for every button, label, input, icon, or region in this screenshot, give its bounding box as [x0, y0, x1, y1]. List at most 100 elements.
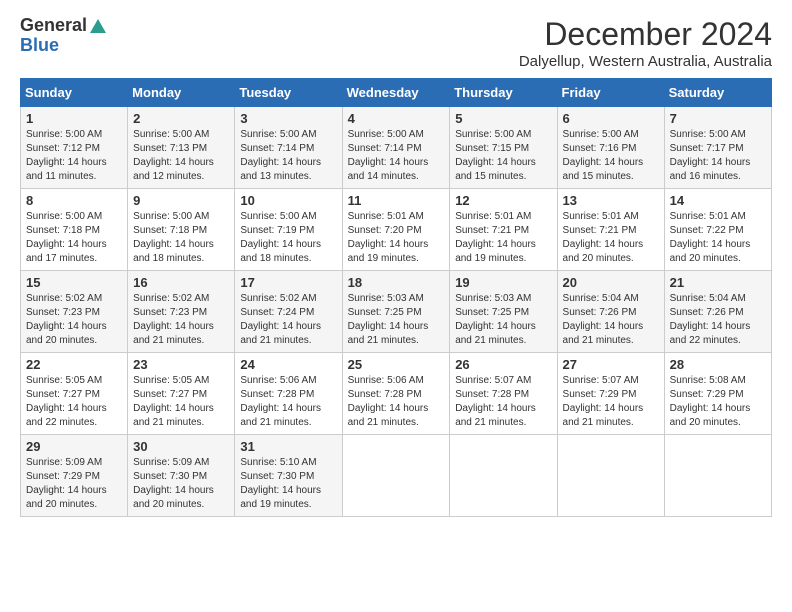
day-cell: 28 Sunrise: 5:08 AMSunset: 7:29 PMDaylig… [664, 353, 771, 435]
day-number: 18 [348, 275, 445, 290]
day-cell: 6 Sunrise: 5:00 AMSunset: 7:16 PMDayligh… [557, 107, 664, 189]
day-info: Sunrise: 5:00 AMSunset: 7:15 PMDaylight:… [455, 129, 536, 182]
day-number: 16 [133, 275, 229, 290]
header-cell-friday: Friday [557, 79, 664, 107]
calendar-header: SundayMondayTuesdayWednesdayThursdayFrid… [21, 79, 772, 107]
day-number: 12 [455, 193, 551, 208]
day-number: 20 [563, 275, 659, 290]
day-number: 27 [563, 357, 659, 372]
day-cell: 8 Sunrise: 5:00 AMSunset: 7:18 PMDayligh… [21, 189, 128, 271]
day-info: Sunrise: 5:01 AMSunset: 7:20 PMDaylight:… [348, 211, 429, 264]
day-info: Sunrise: 5:00 AMSunset: 7:19 PMDaylight:… [240, 211, 321, 264]
day-info: Sunrise: 5:03 AMSunset: 7:25 PMDaylight:… [455, 293, 536, 346]
day-info: Sunrise: 5:02 AMSunset: 7:24 PMDaylight:… [240, 293, 321, 346]
header-cell-thursday: Thursday [450, 79, 557, 107]
logo: General Blue [20, 16, 107, 56]
title-section: December 2024 Dalyellup, Western Austral… [519, 16, 772, 70]
day-cell: 21 Sunrise: 5:04 AMSunset: 7:26 PMDaylig… [664, 271, 771, 353]
day-number: 3 [240, 111, 336, 126]
day-cell: 7 Sunrise: 5:00 AMSunset: 7:17 PMDayligh… [664, 107, 771, 189]
day-cell: 19 Sunrise: 5:03 AMSunset: 7:25 PMDaylig… [450, 271, 557, 353]
calendar-table: SundayMondayTuesdayWednesdayThursdayFrid… [20, 78, 772, 517]
day-cell: 16 Sunrise: 5:02 AMSunset: 7:23 PMDaylig… [128, 271, 235, 353]
day-info: Sunrise: 5:00 AMSunset: 7:14 PMDaylight:… [240, 129, 321, 182]
day-info: Sunrise: 5:02 AMSunset: 7:23 PMDaylight:… [133, 293, 214, 346]
day-cell: 5 Sunrise: 5:00 AMSunset: 7:15 PMDayligh… [450, 107, 557, 189]
day-cell: 24 Sunrise: 5:06 AMSunset: 7:28 PMDaylig… [235, 353, 342, 435]
day-info: Sunrise: 5:10 AMSunset: 7:30 PMDaylight:… [240, 457, 321, 510]
day-cell: 13 Sunrise: 5:01 AMSunset: 7:21 PMDaylig… [557, 189, 664, 271]
day-info: Sunrise: 5:04 AMSunset: 7:26 PMDaylight:… [670, 293, 751, 346]
day-number: 11 [348, 193, 445, 208]
day-info: Sunrise: 5:01 AMSunset: 7:21 PMDaylight:… [455, 211, 536, 264]
day-number: 7 [670, 111, 766, 126]
day-cell: 18 Sunrise: 5:03 AMSunset: 7:25 PMDaylig… [342, 271, 450, 353]
header-cell-wednesday: Wednesday [342, 79, 450, 107]
day-cell: 1 Sunrise: 5:00 AMSunset: 7:12 PMDayligh… [21, 107, 128, 189]
day-cell: 20 Sunrise: 5:04 AMSunset: 7:26 PMDaylig… [557, 271, 664, 353]
logo-general: General [20, 16, 87, 36]
day-info: Sunrise: 5:00 AMSunset: 7:12 PMDaylight:… [26, 129, 107, 182]
day-cell: 17 Sunrise: 5:02 AMSunset: 7:24 PMDaylig… [235, 271, 342, 353]
day-cell [664, 435, 771, 517]
header-cell-tuesday: Tuesday [235, 79, 342, 107]
day-info: Sunrise: 5:06 AMSunset: 7:28 PMDaylight:… [348, 375, 429, 428]
day-info: Sunrise: 5:05 AMSunset: 7:27 PMDaylight:… [26, 375, 107, 428]
day-info: Sunrise: 5:09 AMSunset: 7:30 PMDaylight:… [133, 457, 214, 510]
week-row-2: 8 Sunrise: 5:00 AMSunset: 7:18 PMDayligh… [21, 189, 772, 271]
day-info: Sunrise: 5:00 AMSunset: 7:13 PMDaylight:… [133, 129, 214, 182]
day-number: 30 [133, 439, 229, 454]
day-number: 13 [563, 193, 659, 208]
day-number: 23 [133, 357, 229, 372]
day-number: 26 [455, 357, 551, 372]
day-cell: 4 Sunrise: 5:00 AMSunset: 7:14 PMDayligh… [342, 107, 450, 189]
day-info: Sunrise: 5:01 AMSunset: 7:22 PMDaylight:… [670, 211, 751, 264]
day-cell: 25 Sunrise: 5:06 AMSunset: 7:28 PMDaylig… [342, 353, 450, 435]
day-info: Sunrise: 5:03 AMSunset: 7:25 PMDaylight:… [348, 293, 429, 346]
day-info: Sunrise: 5:00 AMSunset: 7:14 PMDaylight:… [348, 129, 429, 182]
day-cell: 30 Sunrise: 5:09 AMSunset: 7:30 PMDaylig… [128, 435, 235, 517]
header-cell-monday: Monday [128, 79, 235, 107]
day-number: 4 [348, 111, 445, 126]
day-number: 2 [133, 111, 229, 126]
calendar-body: 1 Sunrise: 5:00 AMSunset: 7:12 PMDayligh… [21, 107, 772, 517]
header-cell-sunday: Sunday [21, 79, 128, 107]
day-info: Sunrise: 5:02 AMSunset: 7:23 PMDaylight:… [26, 293, 107, 346]
day-number: 1 [26, 111, 122, 126]
day-info: Sunrise: 5:04 AMSunset: 7:26 PMDaylight:… [563, 293, 644, 346]
day-info: Sunrise: 5:00 AMSunset: 7:17 PMDaylight:… [670, 129, 751, 182]
day-cell: 3 Sunrise: 5:00 AMSunset: 7:14 PMDayligh… [235, 107, 342, 189]
day-number: 24 [240, 357, 336, 372]
day-number: 28 [670, 357, 766, 372]
day-number: 9 [133, 193, 229, 208]
day-number: 17 [240, 275, 336, 290]
header-cell-saturday: Saturday [664, 79, 771, 107]
day-cell: 31 Sunrise: 5:10 AMSunset: 7:30 PMDaylig… [235, 435, 342, 517]
day-info: Sunrise: 5:00 AMSunset: 7:16 PMDaylight:… [563, 129, 644, 182]
day-number: 14 [670, 193, 766, 208]
week-row-5: 29 Sunrise: 5:09 AMSunset: 7:29 PMDaylig… [21, 435, 772, 517]
day-info: Sunrise: 5:08 AMSunset: 7:29 PMDaylight:… [670, 375, 751, 428]
day-cell: 22 Sunrise: 5:05 AMSunset: 7:27 PMDaylig… [21, 353, 128, 435]
day-number: 19 [455, 275, 551, 290]
day-info: Sunrise: 5:05 AMSunset: 7:27 PMDaylight:… [133, 375, 214, 428]
day-info: Sunrise: 5:06 AMSunset: 7:28 PMDaylight:… [240, 375, 321, 428]
week-row-4: 22 Sunrise: 5:05 AMSunset: 7:27 PMDaylig… [21, 353, 772, 435]
day-cell: 11 Sunrise: 5:01 AMSunset: 7:20 PMDaylig… [342, 189, 450, 271]
day-number: 21 [670, 275, 766, 290]
logo-icon [89, 17, 107, 35]
day-info: Sunrise: 5:07 AMSunset: 7:28 PMDaylight:… [455, 375, 536, 428]
week-row-3: 15 Sunrise: 5:02 AMSunset: 7:23 PMDaylig… [21, 271, 772, 353]
day-cell [557, 435, 664, 517]
day-cell: 10 Sunrise: 5:00 AMSunset: 7:19 PMDaylig… [235, 189, 342, 271]
day-number: 25 [348, 357, 445, 372]
day-number: 15 [26, 275, 122, 290]
day-number: 31 [240, 439, 336, 454]
day-number: 8 [26, 193, 122, 208]
day-number: 22 [26, 357, 122, 372]
day-info: Sunrise: 5:09 AMSunset: 7:29 PMDaylight:… [26, 457, 107, 510]
day-cell [342, 435, 450, 517]
day-info: Sunrise: 5:01 AMSunset: 7:21 PMDaylight:… [563, 211, 644, 264]
day-number: 5 [455, 111, 551, 126]
day-cell: 15 Sunrise: 5:02 AMSunset: 7:23 PMDaylig… [21, 271, 128, 353]
